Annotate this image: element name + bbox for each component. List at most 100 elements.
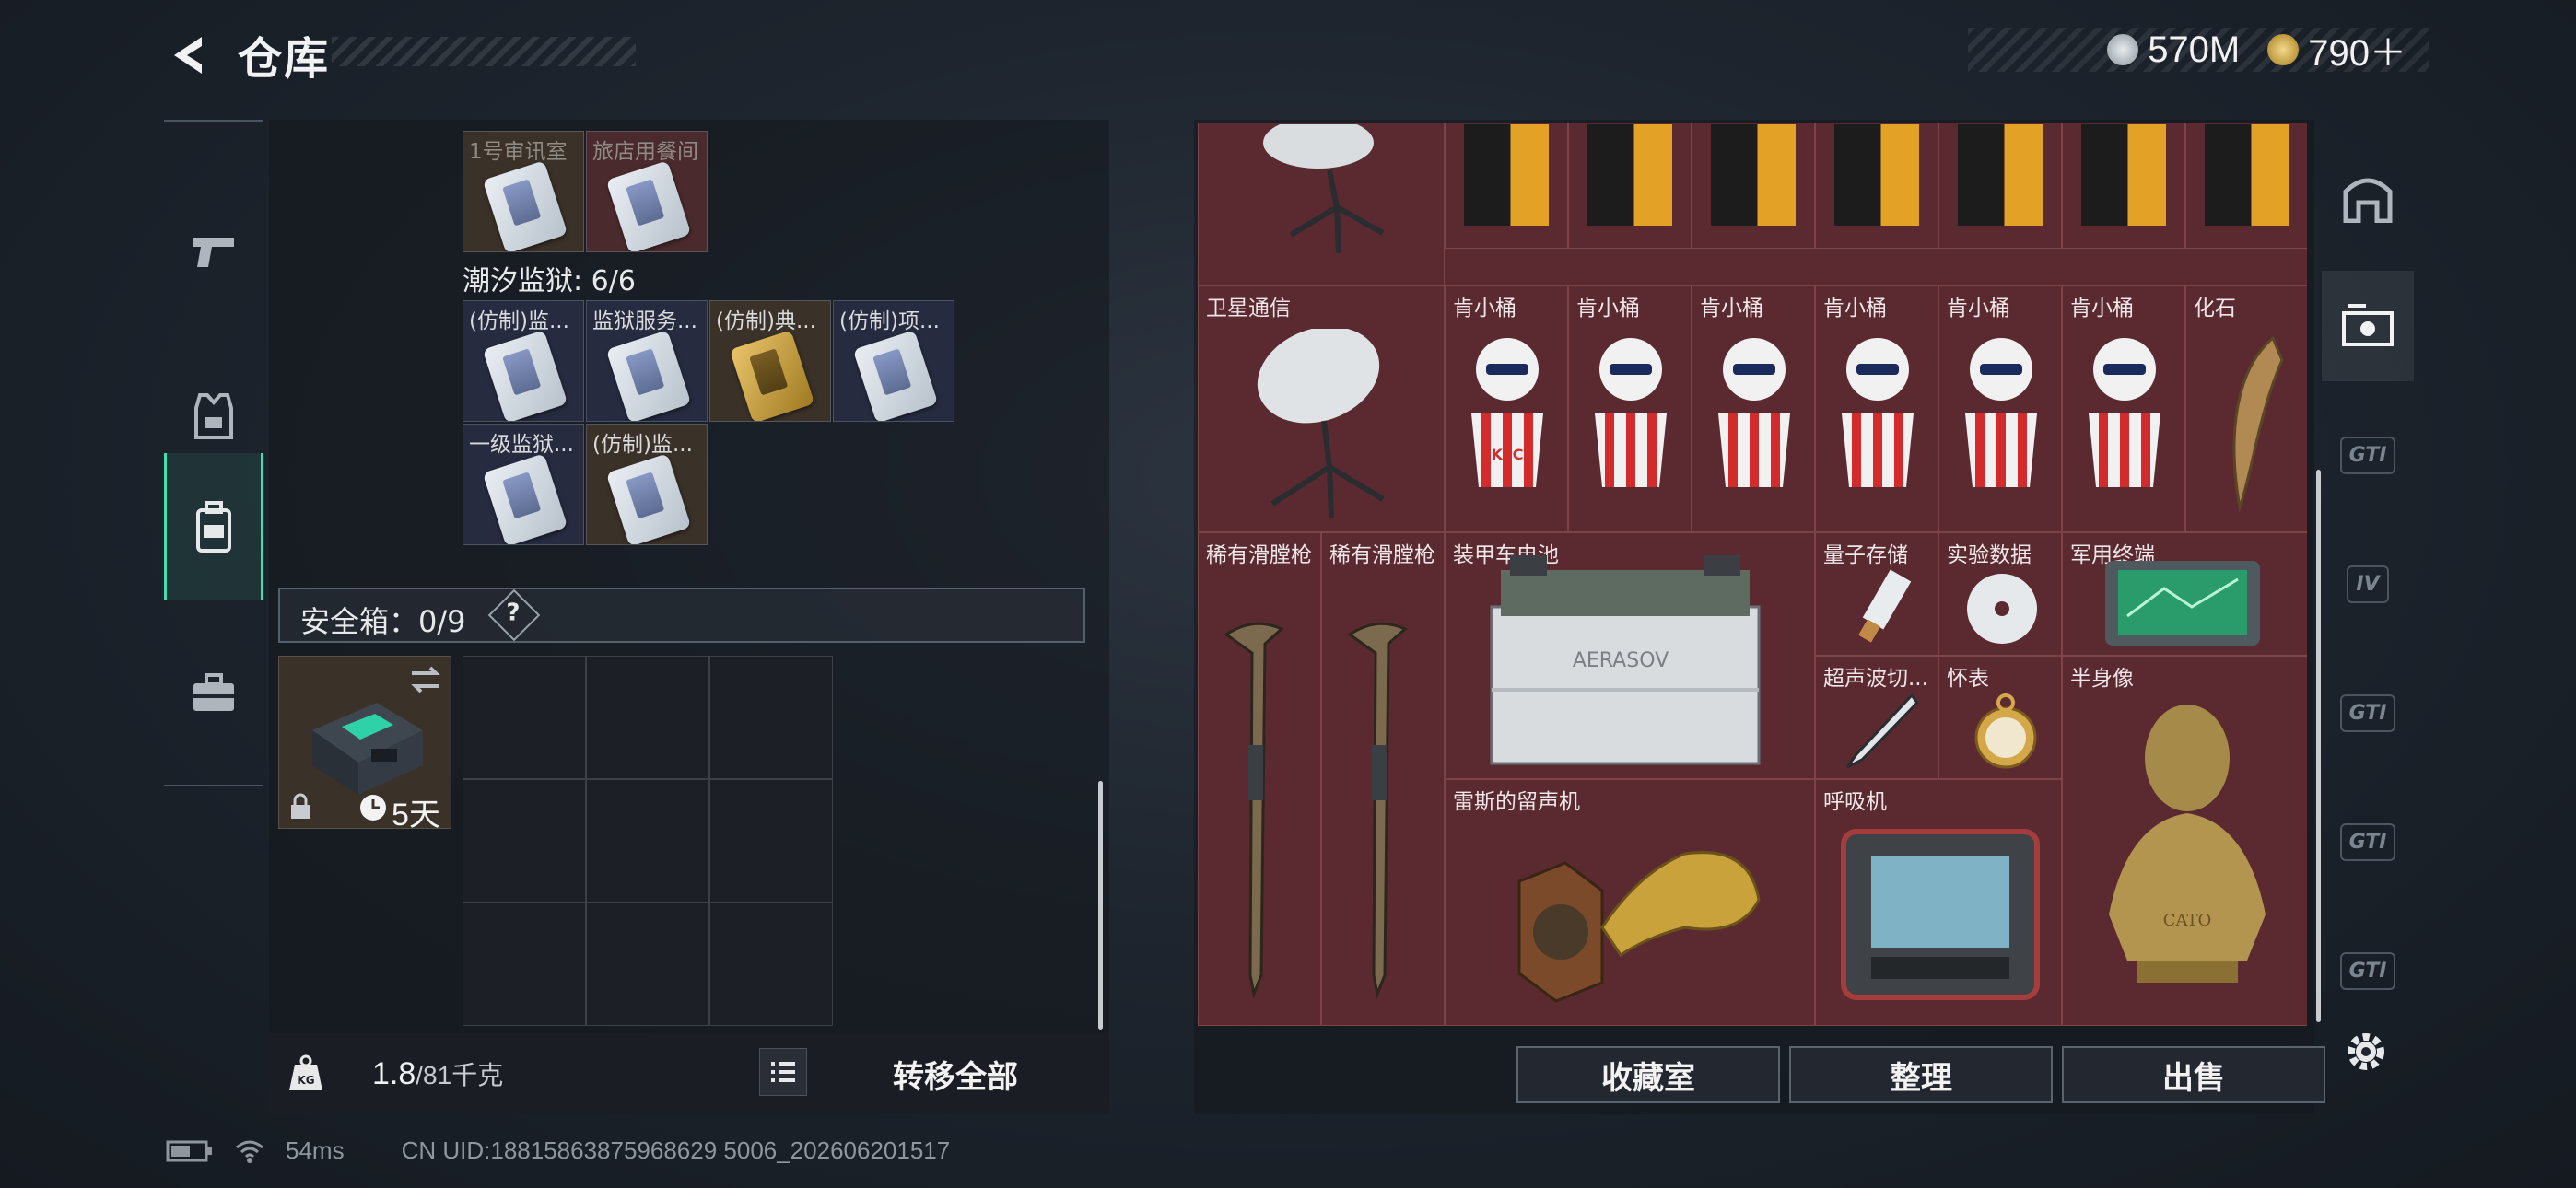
item-fossil[interactable]: 化石 (2185, 285, 2307, 532)
list-icon (771, 1062, 795, 1082)
item-kfc-3[interactable]: 肯小桶 (1692, 285, 1815, 532)
item-ventilator[interactable]: 呼吸机 (1815, 779, 2062, 1026)
help-icon[interactable]: ? (487, 588, 541, 642)
item-key-3[interactable]: (仿制)典... (709, 300, 831, 422)
tab-gt-5[interactable]: GTI (2322, 915, 2414, 1026)
tab-gt-2[interactable]: IV (2322, 529, 2414, 639)
item-kfc-6[interactable]: 肯小桶 (2062, 285, 2185, 532)
lock-icon (291, 793, 310, 819)
item-phonograph[interactable]: 雷斯的留声机 (1445, 779, 1815, 1026)
item-kfc-4[interactable]: 肯小桶 (1815, 285, 1938, 532)
item-key-1[interactable]: (仿制)监... (463, 300, 584, 422)
kfc-bucket-image (2089, 338, 2160, 487)
item-experiment-data[interactable]: 实验数据 (1938, 532, 2062, 656)
item-key-2[interactable]: 监狱服务... (586, 300, 708, 422)
usb-drive-image (1858, 569, 1912, 643)
item-room-key-2[interactable]: 旅店用餐间 (586, 131, 708, 252)
phonograph-image (1517, 851, 1761, 1003)
svg-text:KFC: KFC (1491, 446, 1523, 463)
gear-icon (2348, 1033, 2384, 1070)
storage-scrollbar[interactable] (2316, 470, 2321, 1022)
item-satellite-top[interactable] (1198, 123, 1445, 285)
kfc-bucket-image (1842, 338, 1914, 487)
rail-item-weapons[interactable] (164, 177, 263, 324)
item-kfc-1[interactable]: 肯小桶 KFC (1445, 285, 1568, 532)
item-musket-1[interactable]: 稀有滑膛枪 (1198, 532, 1321, 1026)
item-coffee-5[interactable] (1938, 123, 2062, 249)
musket-image (1347, 622, 1408, 999)
item-key-6[interactable]: (仿制)监... (586, 424, 708, 545)
fossil-claw-image (2232, 335, 2284, 513)
tab-gt-4[interactable]: GTI (2322, 786, 2414, 897)
tab-home[interactable] (2322, 142, 2414, 252)
satellite-dish-image (1263, 124, 1385, 254)
safe-slot[interactable] (463, 779, 586, 903)
safe-slot[interactable] (586, 903, 709, 1026)
gold-currency[interactable]: 790＋ (2267, 23, 2406, 76)
title-decoration (332, 37, 636, 66)
terminal-image (2105, 561, 2260, 646)
safe-slot[interactable] (709, 779, 833, 903)
kfc-bucket-image: KFC (1471, 338, 1543, 487)
backpack-scrollbar[interactable] (1098, 781, 1103, 1030)
safe-slot[interactable] (709, 656, 833, 779)
collection-room-button[interactable]: 收藏室 (1516, 1046, 1780, 1103)
safe-box-item[interactable]: 5天 (278, 656, 451, 833)
satellite-dish-image (1257, 329, 1385, 518)
safe-slot[interactable] (463, 903, 586, 1026)
item-coffee-3[interactable] (1692, 123, 1815, 249)
safe-box-header: 安全箱：0/9 ? (278, 588, 1085, 643)
item-musket-2[interactable]: 稀有滑膛枪 (1321, 532, 1445, 1026)
item-kfc-5[interactable]: 肯小桶 (1938, 285, 2062, 532)
back-button[interactable] (157, 26, 221, 85)
safe-slot[interactable] (586, 656, 709, 779)
item-key-5[interactable]: 一级监狱... (463, 424, 584, 545)
coffee-bag-image (1711, 124, 1796, 226)
tab-gt-1[interactable]: GTI (2322, 400, 2414, 510)
item-coffee-2[interactable] (1568, 123, 1692, 249)
keycard-image (605, 453, 692, 544)
category-rail (164, 120, 263, 786)
clock-icon (360, 795, 386, 821)
list-view-button[interactable] (759, 1048, 807, 1096)
item-pocket-watch[interactable]: 怀表 (1938, 656, 2062, 779)
toolbox-icon (193, 673, 234, 711)
item-quantum-storage[interactable]: 量子存储 (1815, 532, 1938, 656)
wifi-icon (236, 1140, 263, 1163)
coffee-bag-image (2081, 124, 2166, 226)
item-ultrasonic-cutter[interactable]: 超声波切... (1815, 656, 1938, 779)
transfer-all-button[interactable]: 转移全部 (822, 1039, 1089, 1109)
svg-text:CATO: CATO (2163, 911, 2212, 930)
storage-tabs-rail: GTI IV GTI GTI GTI (2322, 120, 2414, 1022)
tab-gt-3[interactable]: GTI (2322, 658, 2414, 768)
item-key-4[interactable]: (仿制)项... (833, 300, 954, 422)
backpack-footer: KG 1.8/81千克 转移全部 (269, 1033, 1109, 1114)
item-room-key-1[interactable]: 1号审讯室 (463, 131, 584, 252)
sell-button[interactable]: 出售 (2062, 1046, 2325, 1103)
item-coffee-1[interactable] (1445, 123, 1568, 249)
item-bust[interactable]: 半身像 CATO (2062, 656, 2307, 1026)
settings-button[interactable] (2336, 1022, 2395, 1081)
keycard-image (482, 330, 568, 421)
item-military-terminal[interactable]: 军用终端 (2062, 532, 2307, 656)
battery-image: AERASOV (1490, 555, 1761, 765)
item-satellite[interactable]: 卫星通信 (1198, 285, 1445, 532)
item-kfc-2[interactable]: 肯小桶 (1568, 285, 1692, 532)
storage-grid: 卫星通信 肯小桶 KFC 肯小桶 肯小桶 肯小桶 肯小桶 肯小桶 化石 稀有滑膛… (1198, 123, 2307, 1026)
svg-text:KG: KG (297, 1074, 314, 1087)
ping-value: 54ms (286, 1136, 345, 1164)
pocket-watch-image (1974, 693, 2037, 769)
rail-item-backpack[interactable] (164, 453, 263, 600)
keycard-image (852, 330, 939, 421)
item-coffee-7[interactable] (2185, 123, 2307, 249)
item-armored-battery[interactable]: 装甲车电池 AERASOV (1445, 532, 1815, 779)
item-coffee-4[interactable] (1815, 123, 1938, 249)
safe-slot[interactable] (463, 656, 586, 779)
organize-button[interactable]: 整理 (1789, 1046, 2053, 1103)
coffee-bag-image (2205, 124, 2289, 226)
safe-slot[interactable] (586, 779, 709, 903)
safe-slot[interactable] (709, 903, 833, 1026)
item-coffee-6[interactable] (2062, 123, 2185, 249)
rail-item-tools[interactable] (164, 619, 263, 766)
tab-collection[interactable] (2322, 271, 2414, 381)
